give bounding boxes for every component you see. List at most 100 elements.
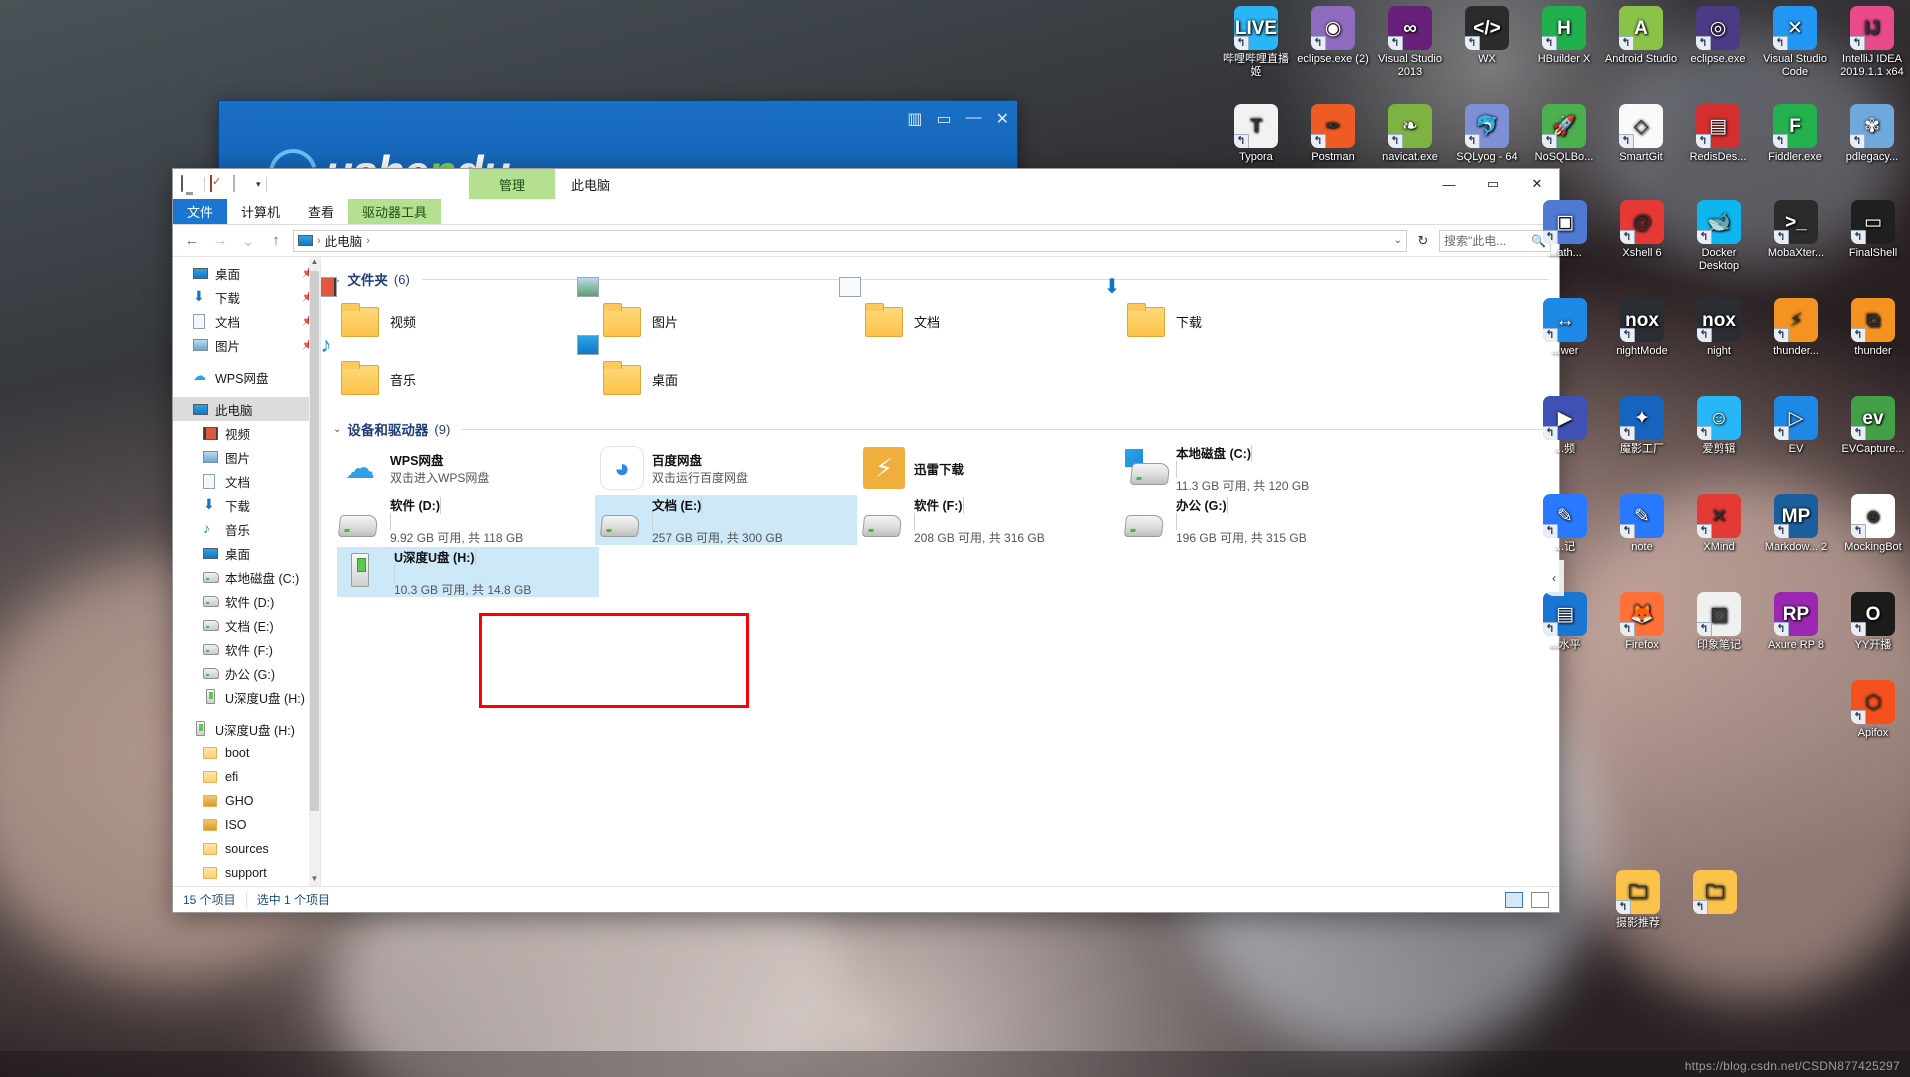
chevron-down-icon[interactable]: ⌄ — [333, 424, 341, 435]
folder-icon[interactable]: 🗀 — [1616, 870, 1660, 914]
desktop-icon[interactable]: ✎ note — [1604, 490, 1680, 554]
tab-file[interactable]: 文件 — [173, 199, 228, 224]
forward-button[interactable]: → — [209, 232, 231, 249]
evernote-icon[interactable]: ▨ — [1697, 592, 1741, 636]
group-header-devices[interactable]: ⌄ 设备和驱动器 (9) — [333, 419, 1549, 439]
sidebar-item-downloads[interactable]: ⬇ 下载 📌 — [173, 285, 320, 309]
mobaxterm-icon[interactable]: >_ — [1774, 200, 1818, 244]
panel-collapse-chevron-icon[interactable]: ‹ — [1544, 560, 1564, 596]
sidebar-item-drive-h[interactable]: U深度U盘 (H:) — [173, 685, 320, 709]
tab-view[interactable]: 查看 — [294, 199, 348, 224]
details-view-button[interactable] — [1505, 891, 1523, 908]
note-icon[interactable]: ✎ — [1543, 494, 1587, 538]
sidebar-item-iso[interactable]: ISO — [173, 813, 320, 837]
evcapture-icon[interactable]: ev — [1851, 396, 1895, 440]
redis-desktop-icon[interactable]: ▤ — [1696, 104, 1740, 148]
back-button[interactable]: ← — [181, 232, 203, 249]
thunder-icon[interactable]: ⧉ — [1851, 298, 1895, 342]
desktop-icon[interactable]: MP Markdow... 2 — [1758, 490, 1834, 554]
scroll-up-icon[interactable]: ▲ — [309, 257, 320, 269]
list-item[interactable]: 文档 — [839, 277, 1119, 349]
list-item[interactable]: ⚡ 迅雷下载 — [857, 443, 1119, 493]
desktop-icon[interactable]: nox nightMode — [1604, 294, 1680, 358]
new-folder-quick-icon[interactable] — [233, 175, 251, 192]
window-controls[interactable]: — ▭ ✕ — [1427, 169, 1559, 199]
list-item[interactable]: 视频 — [321, 277, 595, 349]
navigation-scrollbar[interactable]: ▲ ▼ — [309, 257, 320, 886]
desktop-icon[interactable]: </> WX — [1449, 2, 1525, 79]
recent-locations-button[interactable]: ⌄ — [237, 232, 259, 250]
sidebar-item-sources[interactable]: sources — [173, 837, 320, 861]
sidebar-item-pictures-pc[interactable]: 图片 — [173, 445, 320, 469]
list-item[interactable]: 桌面 — [577, 335, 857, 407]
ushendu-minimize-icon[interactable]: — — [966, 109, 982, 129]
desktop-icon[interactable]: ☻ MockingBot — [1835, 490, 1910, 554]
ushendu-titlebar[interactable]: ▥ ▭ — ✕ — [219, 101, 1017, 143]
apifox-icon[interactable]: ⬡ — [1851, 680, 1895, 724]
desktop-icon[interactable]: RP Axure RP 8 — [1758, 588, 1834, 652]
sidebar-item-pictures[interactable]: 图片 📌 — [173, 333, 320, 357]
folder-icon[interactable]: 🗀 — [1693, 870, 1737, 914]
ev-player-icon[interactable]: ▷ — [1774, 396, 1818, 440]
pdlegacy-icon[interactable]: ✾ — [1850, 104, 1894, 148]
aijianji-icon[interactable]: ☺ — [1697, 396, 1741, 440]
sidebar-item-boot[interactable]: boot — [173, 741, 320, 765]
desktop-icon[interactable]: T Typora — [1218, 100, 1294, 164]
desktop-icon[interactable]: ◇ SmartGit — [1603, 100, 1679, 164]
desktop-icon[interactable]: ✕ Visual Studio Code — [1757, 2, 1833, 79]
list-item[interactable]: 图片 — [577, 277, 857, 349]
sidebar-item-drive-d[interactable]: 软件 (D:) — [173, 589, 320, 613]
vscode-icon[interactable]: ✕ — [1773, 6, 1817, 50]
refresh-button[interactable]: ↻ — [1413, 233, 1433, 249]
desktop-icon[interactable]: 🐬 SQLyog - 64 — [1449, 100, 1525, 164]
app-icon[interactable]: ▤ — [1543, 592, 1587, 636]
desktop-icon[interactable]: 🚀 NoSQLBo... — [1526, 100, 1602, 164]
address-dropdown-icon[interactable]: ⌄ — [1394, 235, 1402, 246]
breadcrumb[interactable]: › 此电脑 › ⌄ — [293, 229, 1407, 252]
minimize-button[interactable]: — — [1427, 169, 1471, 199]
sidebar-item-documents[interactable]: 文档 📌 — [173, 309, 320, 333]
desktop-icon[interactable]: A Android Studio — [1603, 2, 1679, 79]
smartgit-icon[interactable]: ◇ — [1619, 104, 1663, 148]
postman-icon[interactable]: ✒ — [1311, 104, 1355, 148]
properties-quick-icon[interactable] — [210, 175, 228, 192]
teamviewer-icon[interactable]: ↔ — [1543, 298, 1587, 342]
desktop-icon[interactable]: IJ IntelliJ IDEA 2019.1.1 x64 — [1834, 2, 1910, 79]
sidebar-item-usb-root[interactable]: U深度U盘 (H:) — [173, 717, 320, 741]
sidebar-item-drive-f[interactable]: 软件 (F:) — [173, 637, 320, 661]
desktop-icon[interactable]: ✎ ...记 — [1527, 490, 1603, 554]
list-item[interactable]: ◕ 百度网盘 双击运行百度网盘 — [595, 443, 857, 493]
desktop-icon[interactable]: @ Xshell 6 — [1604, 196, 1680, 273]
yy-icon[interactable]: O — [1851, 592, 1895, 636]
nosqlbooster-icon[interactable]: 🚀 — [1542, 104, 1586, 148]
note-icon[interactable]: ✎ — [1620, 494, 1664, 538]
nox-icon[interactable]: nox — [1620, 298, 1664, 342]
thunder-icon[interactable]: ⚡ — [1774, 298, 1818, 342]
ribbon-tabs[interactable]: 文件 计算机 查看 驱动器工具 — [173, 199, 1559, 225]
xmind-icon[interactable]: ✕ — [1697, 494, 1741, 538]
desktop-icon[interactable]: 🐋 Docker Desktop — [1681, 196, 1757, 273]
desktop-icon[interactable]: 🗀 — [1677, 866, 1753, 930]
desktop-icon[interactable]: H HBuilder X — [1526, 2, 1602, 79]
desktop-icon[interactable]: ev EVCapture... — [1835, 392, 1910, 456]
docker-icon[interactable]: 🐋 — [1697, 200, 1741, 244]
sidebar-item-efi[interactable]: efi — [173, 765, 320, 789]
list-item[interactable]: 本地磁盘 (C:) 11.3 GB 可用, 共 120 GB — [1119, 443, 1381, 493]
navicat-icon[interactable]: ❧ — [1388, 104, 1432, 148]
list-item[interactable]: 办公 (G:) 196 GB 可用, 共 315 GB — [1119, 495, 1381, 545]
desktop-icon[interactable]: ⬡ Apifox — [1835, 676, 1910, 740]
desktop-icon[interactable]: ↔ ...wer — [1527, 294, 1603, 358]
sidebar-item-desktop-pc[interactable]: 桌面 — [173, 541, 320, 565]
contextual-tab-manage[interactable]: 管理 — [469, 169, 555, 199]
intellij-idea-icon[interactable]: IJ — [1850, 6, 1894, 50]
nox-icon[interactable]: nox — [1697, 298, 1741, 342]
desktop-icon[interactable]: ▶ ...频 — [1527, 392, 1603, 456]
desktop-icon[interactable]: O YY开播 — [1835, 588, 1910, 652]
desktop-icon[interactable]: ❧ navicat.exe — [1372, 100, 1448, 164]
desktop-icon[interactable]: 🗀 摄影推荐 — [1600, 866, 1676, 930]
ushendu-skin-icon[interactable]: ▥ — [907, 109, 922, 129]
firefox-icon[interactable]: 🦊 — [1620, 592, 1664, 636]
desktop-icon[interactable]: ◎ eclipse.exe — [1680, 2, 1756, 79]
desktop-icon[interactable]: >_ MobaXter... — [1758, 196, 1834, 273]
sidebar-item-gho[interactable]: GHO — [173, 789, 320, 813]
